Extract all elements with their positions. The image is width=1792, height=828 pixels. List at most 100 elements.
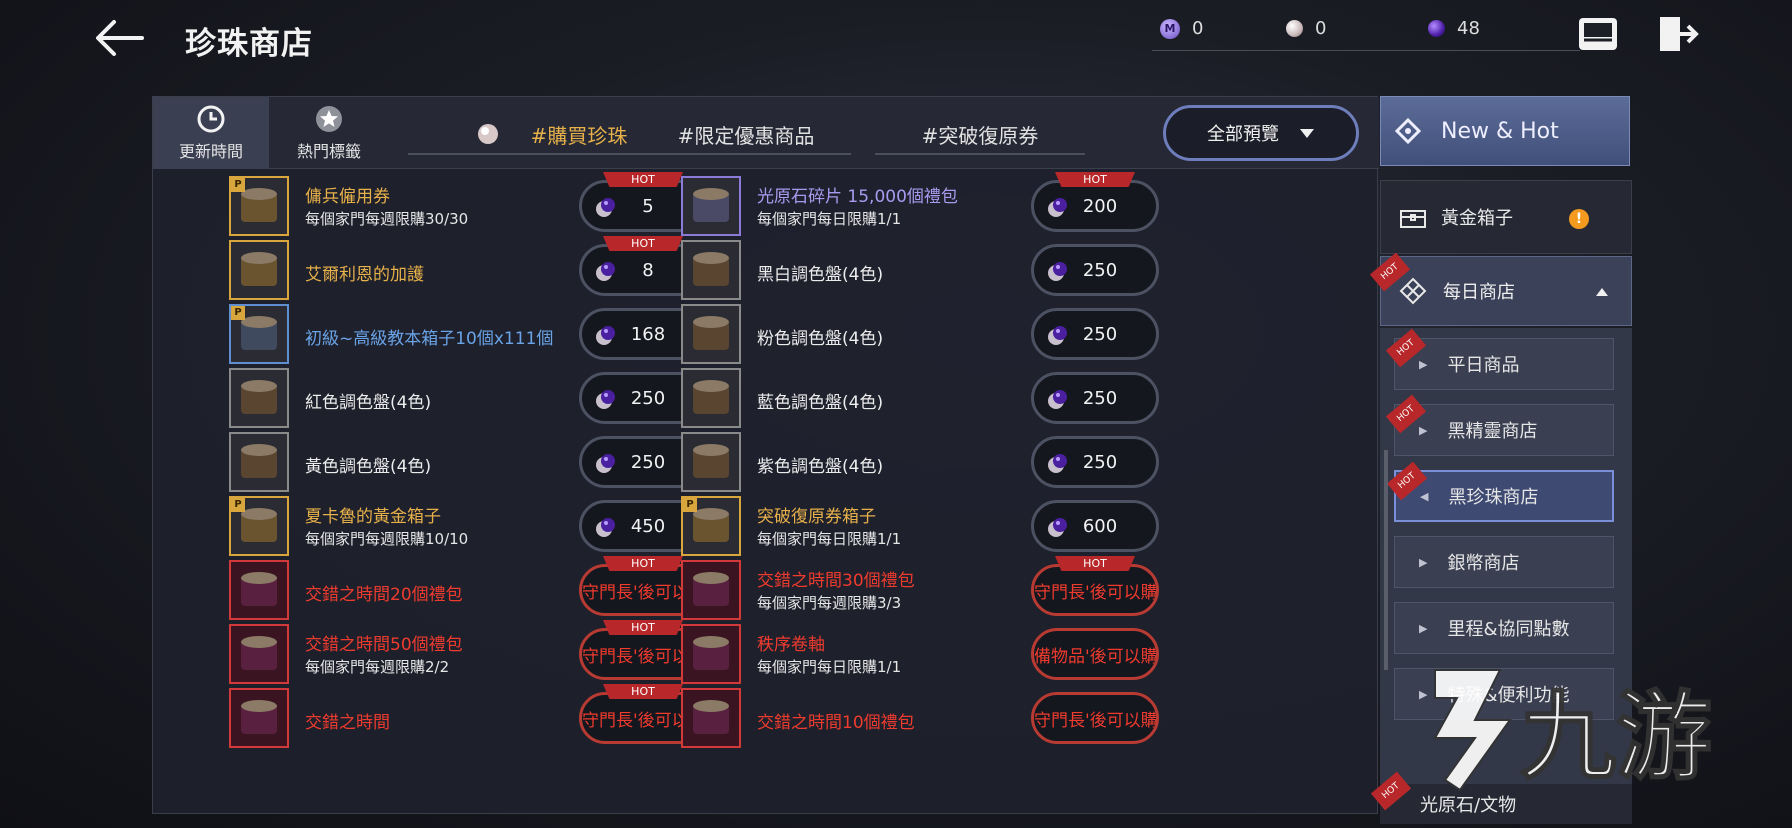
shop-tabs: 更新時間 熱門標籤 #購買珍珠 #限定優惠商品 #突破復原券 全部預覽 [153, 97, 1379, 169]
alert-badge-icon: ! [1569, 209, 1589, 229]
item-thumbnail [229, 432, 289, 492]
pearl-value: 0 [1315, 18, 1327, 39]
shop-panel: 更新時間 熱門標籤 #購買珍珠 #限定優惠商品 #突破復原券 全部預覽 P 傭兵僱… [152, 96, 1379, 814]
price-value: 備物品'後可以購 [1034, 646, 1158, 667]
price-button[interactable]: 600 [1031, 500, 1159, 552]
shop-item[interactable]: 交錯之時間30個禮包 每個家門每週限購3/3 HOT 守門長'後可以購 [681, 554, 1241, 620]
shop-item[interactable]: 交錯之時間10個禮包 守門長'後可以購 [681, 682, 1241, 748]
daily-shop-submenu: HOT ▶ 平日商品 HOT ▶ 黑精靈商店 HOT ◀ 黑珍珠商店 ▶ 銀幣商… [1380, 328, 1632, 814]
dark-pearl-icon [596, 262, 615, 281]
item-name: 黑白調色盤(4色) [757, 265, 884, 285]
price-button[interactable]: 250 [1031, 372, 1159, 424]
sub-label: 平日商品 [1447, 355, 1520, 376]
sidebar-item-crystal[interactable]: HOT 光原石/文物 [1370, 771, 1632, 824]
sidebar-item-daily-shop[interactable]: HOT 每日商店 [1369, 252, 1632, 326]
diamond-icon [1395, 118, 1421, 144]
tab-limited-offers[interactable]: #限定優惠商品 [641, 115, 851, 155]
triangle-right-icon: ▶ [1419, 423, 1428, 437]
dark-pearl-icon [1048, 326, 1067, 345]
price-button[interactable]: 250 [1031, 244, 1159, 296]
tab-buy-pearls-label: #購買珍珠 [530, 123, 628, 148]
price-button[interactable]: 250 [1031, 308, 1159, 360]
pearl-icon [1286, 20, 1303, 37]
shop-item[interactable]: 黑白調色盤(4色) 250 [681, 234, 1241, 300]
sub-label: 特殊&便利功能 [1447, 685, 1570, 706]
triangle-left-icon: ◀ [1420, 489, 1429, 503]
sidebar-item-gold-box[interactable]: 黃金箱子 ! [1380, 180, 1632, 254]
sub-label: 黑精靈商店 [1447, 421, 1538, 442]
new-hot-button[interactable]: New & Hot [1380, 96, 1630, 166]
preview-dropdown[interactable]: 全部預覽 [1163, 105, 1359, 161]
currency-m-coin: M 0 [1152, 18, 1312, 51]
sidebar-item-dark-elf[interactable]: HOT ▶ 黑精靈商店 [1385, 394, 1614, 456]
dark-pearl-icon [596, 326, 615, 345]
hot-badge: HOT [603, 684, 683, 699]
triangle-right-icon: ▶ [1419, 555, 1428, 569]
item-name: 交錯之時間50個禮包 [305, 635, 463, 655]
shop-item[interactable]: 光原石碎片 15,000個禮包 每個家門每日限購1/1 HOT 200 [681, 170, 1241, 236]
item-name: 初級~高級教本箱子10個x111個 [305, 329, 554, 349]
currency-dark-pearl: 48 [1420, 18, 1580, 51]
dark-pearl-icon [596, 454, 615, 473]
price-button[interactable]: 備物品'後可以購 [1031, 628, 1159, 680]
shop-item[interactable]: 秩序卷軸每個家門每日限購1/1 備物品'後可以購 [681, 618, 1241, 684]
item-thumbnail [681, 240, 741, 300]
tab-refresh-time[interactable]: 更新時間 [153, 97, 269, 169]
triangle-right-icon: ▶ [1419, 621, 1428, 635]
item-limit: 每個家門每週限購2/2 [305, 658, 450, 676]
dark-pearl-value: 48 [1457, 18, 1480, 39]
dropdown-label: 全部預覽 [1207, 124, 1279, 145]
back-arrow-icon[interactable] [92, 16, 148, 60]
sidebar-item-silver-coin[interactable]: ▶ 銀幣商店 [1394, 536, 1614, 588]
item-name: 黃色調色盤(4色) [305, 457, 432, 477]
price-button[interactable]: 200 [1031, 180, 1159, 232]
shop-item[interactable]: P 突破復原券箱子 每個家門每日限購1/1 600 [681, 490, 1241, 556]
tab-hot-tags[interactable]: 熱門標籤 [271, 97, 387, 169]
item-limit: 每個家門每日限購1/1 [757, 210, 902, 228]
caret-down-icon [1300, 129, 1314, 138]
item-limit: 每個家門每週限購3/3 [757, 594, 902, 612]
p-badge: P [683, 498, 697, 512]
sidebar-item-mileage[interactable]: ▶ 里程&協同點數 [1394, 602, 1614, 654]
price-button[interactable]: 守門長'後可以購 [1031, 692, 1159, 744]
dark-pearl-icon [1048, 198, 1067, 217]
caret-up-icon [1596, 288, 1608, 296]
sidebar-item-weekday[interactable]: HOT ▶ 平日商品 [1385, 328, 1614, 390]
shop-item[interactable]: 紫色調色盤(4色) 250 [681, 426, 1241, 492]
shop-item[interactable]: 粉色調色盤(4色) 250 [681, 298, 1241, 364]
item-thumbnail [681, 688, 741, 748]
star-icon [316, 106, 342, 132]
sidebar-scrollbar[interactable] [1384, 450, 1388, 670]
sidebar-item-black-pearl[interactable]: HOT ◀ 黑珍珠商店 [1386, 461, 1614, 522]
dark-pearl-icon [596, 518, 615, 537]
item-name: 夏卡魯的黃金箱子 [305, 507, 441, 527]
price-value: 守門長'後可以購 [1034, 582, 1158, 603]
item-name: 藍色調色盤(4色) [757, 393, 884, 413]
dark-pearl-icon [1428, 20, 1445, 37]
item-thumbnail: P [229, 496, 289, 556]
exit-icon[interactable] [1656, 14, 1700, 54]
tab-breakthrough-coupon[interactable]: #突破復原券 [875, 115, 1085, 155]
m-coin-icon: M [1160, 18, 1180, 39]
item-thumbnail [681, 304, 741, 364]
inbox-icon[interactable] [1576, 14, 1620, 54]
item-name: 紫色調色盤(4色) [757, 457, 884, 477]
item-thumbnail [229, 624, 289, 684]
item-name: 交錯之時間10個禮包 [757, 713, 915, 733]
gold-box-label: 黃金箱子 [1441, 208, 1513, 229]
price-button[interactable]: 250 [1031, 436, 1159, 488]
item-name: 粉色調色盤(4色) [757, 329, 884, 349]
shop-item[interactable]: 藍色調色盤(4色) 250 [681, 362, 1241, 428]
item-limit: 每個家門每日限購1/1 [757, 658, 902, 676]
item-name: 突破復原券箱子 [757, 507, 876, 527]
dark-pearl-icon [1048, 454, 1067, 473]
p-badge: P [231, 498, 245, 512]
clock-icon [197, 105, 225, 133]
price-button[interactable]: 守門長'後可以購 [1031, 564, 1159, 616]
item-thumbnail: P [681, 496, 741, 556]
item-name: 秩序卷軸 [757, 635, 825, 655]
sidebar-item-special[interactable]: ▶ 特殊&便利功能 [1394, 668, 1614, 720]
item-name: 傭兵僱用券 [305, 187, 390, 207]
hot-badge: HOT [603, 236, 683, 251]
p-badge: P [231, 178, 245, 192]
